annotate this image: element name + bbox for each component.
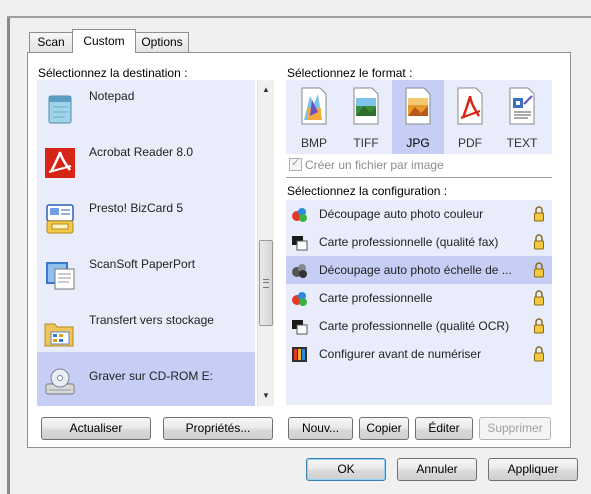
- config-label-grayscale-photo-autocrop: Découpage auto photo échelle de ...: [319, 263, 512, 277]
- grayscale-photo-icon: [292, 264, 307, 278]
- destination-label-paperport: ScanSoft PaperPort: [89, 257, 196, 271]
- refresh-button[interactable]: Actualiser: [41, 417, 151, 440]
- destination-item-notepad[interactable]: Notepad: [37, 80, 255, 136]
- lock-icon: [534, 262, 544, 278]
- lock-icon: [534, 234, 544, 250]
- format-label-bmp: BMP: [300, 136, 327, 150]
- window-top-border: [7, 16, 591, 18]
- paperport-icon: [46, 262, 75, 290]
- one-file-per-image-checkbox[interactable]: [289, 156, 302, 171]
- jpg-file-icon: [405, 87, 431, 125]
- config-label-configure-before-scan: Configurer avant de numériser: [319, 347, 482, 361]
- tab-custom[interactable]: Custom: [72, 29, 136, 53]
- destination-list[interactable]: Notepad Acrobat Reader 8.0 Presto! BizCa…: [37, 80, 255, 406]
- config-label-color-photo-autocrop: Découpage auto photo couleur: [319, 207, 484, 221]
- pdf-file-icon: [457, 87, 483, 125]
- scrollbar-grip-icon: [263, 279, 269, 288]
- destination-item-bizcard[interactable]: Presto! BizCard 5: [37, 192, 255, 248]
- config-item-business-card-ocr[interactable]: Carte professionnelle (qualité OCR): [286, 312, 552, 340]
- format-selector[interactable]: BMP TIFF JPG PDF TEXT: [286, 80, 552, 154]
- configure-scan-icon: [292, 347, 307, 362]
- window-left-border: [7, 18, 10, 494]
- scrollbar-thumb[interactable]: [259, 240, 273, 326]
- acrobat-reader-icon: [45, 148, 75, 178]
- properties-button[interactable]: Propriétés...: [163, 417, 273, 440]
- scroll-down-arrow-icon[interactable]: ▼: [258, 388, 274, 404]
- config-item-configure-before-scan[interactable]: Configurer avant de numériser: [286, 340, 552, 368]
- format-label-tiff: TIFF: [353, 136, 379, 150]
- lock-icon: [534, 290, 544, 306]
- config-item-business-card-fax[interactable]: Carte professionnelle (qualité fax): [286, 228, 552, 256]
- destination-item-cd-rom[interactable]: Graver sur CD-ROM E:: [37, 352, 255, 406]
- color-photo-icon: [292, 292, 307, 306]
- config-item-business-card[interactable]: Carte professionnelle: [286, 284, 552, 312]
- destination-label-cd-rom: Graver sur CD-ROM E:: [89, 369, 214, 383]
- format-label-jpg: JPG: [406, 136, 430, 150]
- text-file-icon: [509, 87, 535, 125]
- format-label-pdf: PDF: [458, 136, 482, 150]
- destination-label-storage: Transfert vers stockage: [89, 313, 214, 327]
- delete-config-button[interactable]: Supprimer: [479, 417, 551, 440]
- config-label-business-card-ocr: Carte professionnelle (qualité OCR): [319, 319, 510, 333]
- tab-scan[interactable]: Scan: [29, 32, 73, 52]
- format-option-tiff[interactable]: TIFF: [340, 80, 392, 154]
- lock-icon: [534, 206, 544, 222]
- bizcard-icon: [46, 204, 74, 234]
- config-label-business-card-fax: Carte professionnelle (qualité fax): [319, 235, 499, 249]
- lock-icon: [534, 318, 544, 334]
- destination-label-bizcard: Presto! BizCard 5: [89, 201, 184, 215]
- ok-button[interactable]: OK: [306, 458, 386, 481]
- copy-config-button[interactable]: Copier: [359, 417, 409, 440]
- config-item-color-photo-autocrop[interactable]: Découpage auto photo couleur: [286, 200, 552, 228]
- tiff-file-icon: [353, 87, 379, 125]
- scroll-up-arrow-icon[interactable]: ▲: [258, 82, 274, 98]
- destination-label: Sélectionnez la destination :: [38, 66, 188, 80]
- format-option-text[interactable]: TEXT: [496, 80, 548, 154]
- scan-settings-window: Scan Custom Options Sélectionnez la dest…: [0, 0, 591, 494]
- bw-document-icon: [292, 320, 308, 335]
- configuration-list[interactable]: Découpage auto photo couleur Carte profe…: [286, 200, 552, 405]
- destination-item-paperport[interactable]: ScanSoft PaperPort: [37, 248, 255, 304]
- config-item-grayscale-photo-autocrop[interactable]: Découpage auto photo échelle de ...: [286, 256, 552, 284]
- format-option-jpg[interactable]: JPG: [392, 80, 444, 154]
- notepad-icon: [48, 95, 72, 124]
- cancel-button[interactable]: Annuler: [397, 458, 477, 481]
- one-file-per-image-label: Créer un fichier par image: [305, 158, 444, 172]
- destination-label-acrobat-reader: Acrobat Reader 8.0: [89, 145, 194, 159]
- destination-item-acrobat-reader[interactable]: Acrobat Reader 8.0: [37, 136, 255, 192]
- cd-drive-icon: [45, 368, 75, 395]
- color-photo-icon: [292, 208, 307, 222]
- tab-options[interactable]: Options: [135, 32, 189, 52]
- format-option-pdf[interactable]: PDF: [444, 80, 496, 154]
- storage-folder-icon: [44, 323, 74, 347]
- bmp-file-icon: [301, 87, 327, 125]
- destination-label-notepad: Notepad: [89, 89, 135, 103]
- configuration-label: Sélectionnez la configuration :: [287, 184, 448, 198]
- edit-config-button[interactable]: Éditer: [415, 417, 473, 440]
- config-label-business-card: Carte professionnelle: [319, 291, 433, 305]
- format-label-text: TEXT: [506, 136, 538, 150]
- format-option-bmp[interactable]: BMP: [288, 80, 340, 154]
- new-config-button[interactable]: Nouv...: [288, 417, 353, 440]
- bw-document-icon: [292, 236, 308, 251]
- one-file-per-image-option[interactable]: Créer un fichier par image: [289, 156, 444, 174]
- format-divider: [286, 177, 552, 178]
- destination-scrollbar[interactable]: ▲ ▼: [257, 80, 274, 406]
- lock-icon: [534, 346, 544, 362]
- format-label: Sélectionnez le format :: [287, 66, 413, 80]
- apply-button[interactable]: Appliquer: [488, 458, 578, 481]
